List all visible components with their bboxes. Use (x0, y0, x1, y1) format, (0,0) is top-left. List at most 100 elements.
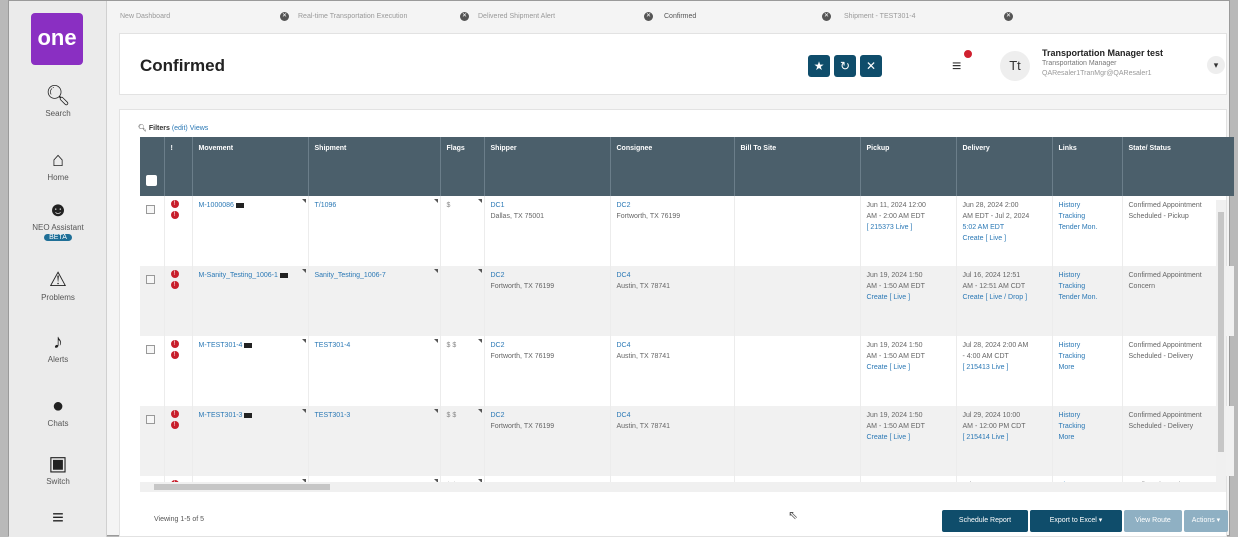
cell-menu-icon[interactable] (433, 409, 438, 413)
column-header-pickup[interactable]: Pickup (860, 137, 957, 196)
cell-menu-icon[interactable] (433, 269, 438, 273)
cell-menu-icon[interactable] (301, 199, 306, 203)
column-header-shipment[interactable]: Shipment (308, 137, 441, 196)
shipment-link[interactable]: TEST301-3 (315, 412, 351, 419)
user-menu-chevron[interactable]: ▾ (1207, 56, 1225, 74)
column-header-consignee[interactable]: Consignee (610, 137, 735, 196)
row-select-cell[interactable] (140, 406, 165, 476)
cell-menu-icon[interactable] (301, 409, 306, 413)
consignee-name-link[interactable]: DC2 (617, 202, 631, 209)
select-all-checkbox[interactable] (146, 175, 157, 186)
history-link[interactable]: History (1059, 342, 1081, 349)
pickup-line-3[interactable]: Create [ Live ] (867, 434, 911, 441)
alert-icon[interactable]: ! (170, 270, 179, 278)
more-link[interactable]: Tender Mon. (1059, 294, 1098, 301)
cell-menu-icon[interactable] (477, 409, 482, 413)
filters-label[interactable]: Filters (149, 125, 170, 132)
tracking-link[interactable]: Tracking (1059, 423, 1086, 430)
pickup-line-3[interactable]: Create [ Live ] (867, 294, 911, 301)
schedule-report-button[interactable]: Schedule Report (942, 510, 1028, 532)
consignee-name-link[interactable]: DC4 (617, 342, 631, 349)
table-row[interactable]: !! M-TEST301-3 TEST301-3 $ $ DC2 Fortwort… (140, 406, 1234, 476)
close-icon[interactable]: ✕ (822, 12, 831, 21)
delivery-line-3[interactable]: [ 215413 Live ] (963, 364, 1009, 371)
row-select-cell[interactable] (140, 336, 165, 406)
column-header-delivery[interactable]: Delivery (956, 137, 1053, 196)
alert-icon[interactable]: ! (170, 200, 179, 208)
close-icon[interactable]: ✕ (280, 12, 289, 21)
cell-menu-icon[interactable] (477, 339, 482, 343)
tab-new-dashboard[interactable]: New Dashboard (120, 13, 170, 27)
row-menu-icon[interactable] (146, 275, 155, 284)
movement-link[interactable]: M-TEST301-3 (199, 412, 243, 419)
actions-button[interactable]: Actions ▾ (1184, 510, 1228, 532)
horizontal-scrollbar[interactable] (140, 482, 1226, 492)
select-all-header[interactable] (140, 137, 165, 196)
shipper-name-link[interactable]: DC2 (491, 272, 505, 279)
more-link[interactable]: Tender Mon. (1059, 224, 1098, 231)
delivery-line-3[interactable]: [ 215414 Live ] (963, 434, 1009, 441)
delivery-line-3[interactable]: Create [ Live / Drop ] (963, 294, 1028, 301)
column-header-flags[interactable]: Flags (440, 137, 485, 196)
movement-link[interactable]: M-TEST301-4 (199, 342, 243, 349)
shipment-link[interactable]: Sanity_Testing_1006-7 (315, 272, 386, 279)
more-link[interactable]: More (1059, 364, 1075, 371)
row-select-cell[interactable] (140, 196, 165, 266)
sidebar-item-alerts[interactable]: ♪ Alerts (9, 331, 107, 364)
notifications-menu-icon[interactable]: ≡ (952, 58, 961, 76)
sidebar-item-home[interactable]: ⌂ Home (9, 149, 107, 182)
consignee-name-link[interactable]: DC4 (617, 412, 631, 419)
export-to-excel-button[interactable]: Export to Excel ▾ (1030, 510, 1122, 532)
cell-menu-icon[interactable] (433, 199, 438, 203)
filters-edit-link[interactable]: (edit) (172, 125, 188, 132)
close-icon[interactable]: ✕ (644, 12, 653, 21)
brand-logo[interactable]: one (31, 13, 83, 65)
sidebar-item-switch[interactable]: ▣ Switch (9, 453, 107, 486)
shipment-link[interactable]: T/1096 (315, 202, 337, 209)
shipper-name-link[interactable]: DC2 (491, 412, 505, 419)
alert-icon[interactable]: ! (170, 410, 179, 418)
column-header-bill-to-site[interactable]: Bill To Site (734, 137, 861, 196)
column-header-movement[interactable]: Movement (192, 137, 309, 196)
table-row[interactable]: !! M-Sanity_Testing_1006-1 Sanity_Testin… (140, 266, 1234, 336)
column-header-shipper[interactable]: Shipper (484, 137, 611, 196)
avatar[interactable]: Tt (1000, 51, 1030, 81)
tracking-link[interactable]: Tracking (1059, 283, 1086, 290)
row-menu-icon[interactable] (146, 345, 155, 354)
more-link[interactable]: More (1059, 434, 1075, 441)
cell-menu-icon[interactable] (433, 339, 438, 343)
favorite-button[interactable]: ★ (808, 55, 830, 77)
cell-menu-icon[interactable] (477, 269, 482, 273)
shipment-link[interactable]: TEST301-4 (315, 342, 351, 349)
vertical-scroll-thumb[interactable] (1218, 212, 1224, 452)
horizontal-scroll-thumb[interactable] (154, 484, 330, 490)
history-link[interactable]: History (1059, 202, 1081, 209)
delivery-line-4[interactable]: Create [ Live ] (963, 235, 1007, 242)
alert-icon[interactable]: ! (170, 281, 179, 289)
alert-icon[interactable]: ! (170, 421, 179, 429)
table-row[interactable]: !! M-1000086 T/1096 $ DC1 Dallas, TX 7500… (140, 196, 1234, 266)
movement-link[interactable]: M-1000086 (199, 202, 234, 209)
cell-menu-icon[interactable] (301, 269, 306, 273)
table-row[interactable]: !! M-TEST301-4 TEST301-4 $ $ DC2 Fortwort… (140, 336, 1234, 406)
pickup-line-3[interactable]: Create [ Live ] (867, 364, 911, 371)
sidebar-item-search[interactable]: 🔍︎ Search (9, 85, 107, 118)
consignee-name-link[interactable]: DC4 (617, 272, 631, 279)
views-link[interactable]: Views (190, 125, 209, 132)
sidebar-item-problems[interactable]: ⚠ Problems (9, 269, 107, 302)
view-route-button[interactable]: View Route (1124, 510, 1182, 532)
pickup-line-3[interactable]: [ 215373 Live ] (867, 224, 913, 231)
row-menu-icon[interactable] (146, 205, 155, 214)
vertical-scrollbar[interactable] (1216, 200, 1226, 490)
sidebar-item-chats[interactable]: ● Chats (9, 395, 107, 428)
alert-icon[interactable]: ! (170, 211, 179, 219)
tracking-link[interactable]: Tracking (1059, 213, 1086, 220)
cell-menu-icon[interactable] (301, 339, 306, 343)
close-icon[interactable]: ✕ (1004, 12, 1013, 21)
sidebar-item-neo-assistant[interactable]: ☻ NEO Assistant BETA (9, 199, 107, 241)
alert-icon[interactable]: ! (170, 340, 179, 348)
refresh-button[interactable]: ↻ (834, 55, 856, 77)
row-menu-icon[interactable] (146, 415, 155, 424)
column-header-links[interactable]: Links (1052, 137, 1123, 196)
tab-confirmed[interactable]: Confirmed (664, 13, 696, 27)
